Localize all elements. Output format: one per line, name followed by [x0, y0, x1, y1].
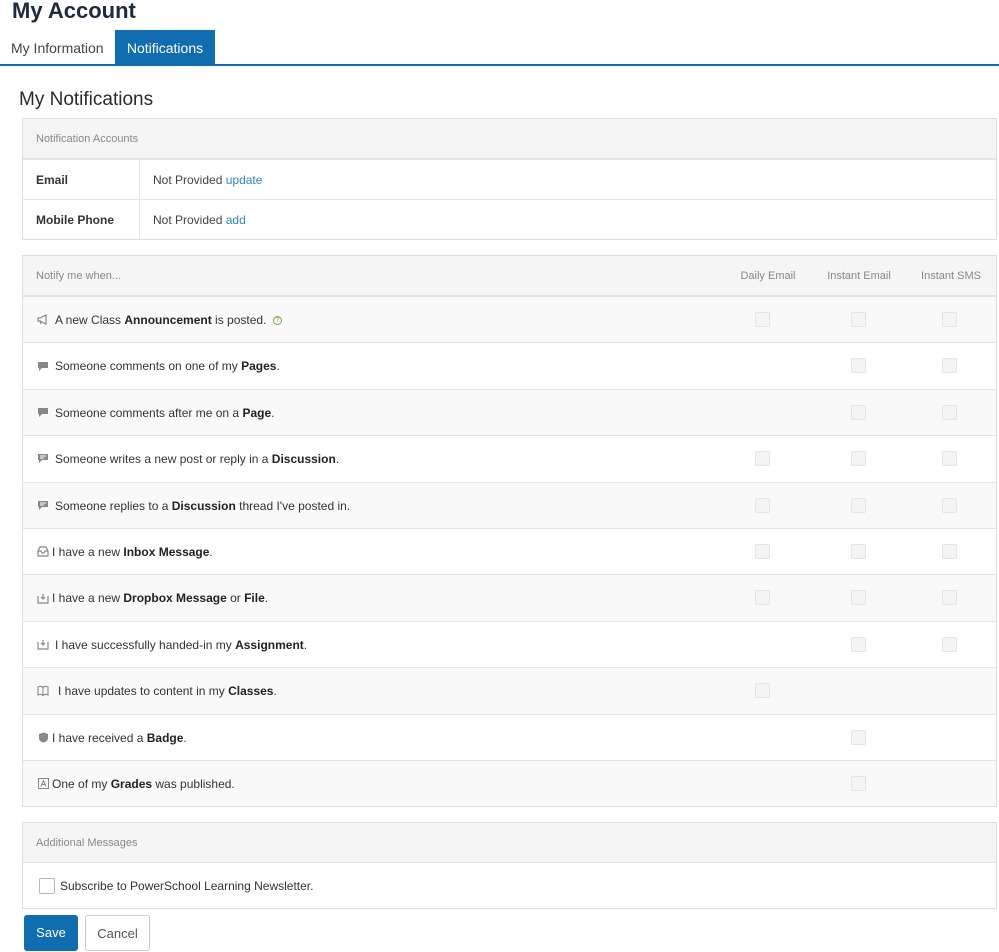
- instant-email-checkbox[interactable]: [851, 358, 866, 374]
- notify-row-assignment: I have successfully handed-in my Assignm…: [23, 620, 996, 667]
- email-update-link[interactable]: update: [226, 173, 263, 187]
- notify-row-text: A new Class Announcement is posted. ?: [55, 297, 282, 343]
- grade-icon: [35, 761, 51, 806]
- notify-header-label: Notify me when...: [36, 270, 121, 282]
- instant-sms-checkbox[interactable]: [942, 543, 957, 559]
- instant-email-checkbox[interactable]: [851, 497, 866, 513]
- megaphone-icon: [35, 297, 51, 342]
- instant-email-checkbox[interactable]: [851, 451, 866, 467]
- notify-header: Notify me when... Daily Email Instant Em…: [23, 256, 996, 296]
- instant-email-checkbox[interactable]: [851, 775, 866, 791]
- daily-email-checkbox[interactable]: [755, 497, 770, 513]
- notify-panel: Notify me when... Daily Email Instant Em…: [22, 255, 997, 807]
- instant-sms-checkbox[interactable]: [942, 497, 957, 513]
- notify-row-discussion-reply: Someone replies to a Discussion thread I…: [23, 481, 996, 528]
- help-icon[interactable]: ?: [272, 316, 282, 326]
- badge-icon: [35, 715, 51, 760]
- instant-email-checkbox[interactable]: [851, 543, 866, 559]
- tab-bar: My Information Notifications: [0, 30, 999, 66]
- email-label: Email: [23, 160, 140, 199]
- daily-email-checkbox[interactable]: [755, 683, 770, 699]
- notify-row-text: Someone replies to a Discussion thread I…: [55, 498, 351, 513]
- mobile-phone-status: Not Provided: [153, 213, 223, 227]
- email-row: Email Not Provided update: [23, 159, 996, 199]
- notify-row-text: Someone writes a new post or reply in a …: [55, 452, 340, 467]
- notify-row-text: I have successfully handed-in my Assignm…: [55, 637, 308, 652]
- cancel-button[interactable]: Cancel: [85, 915, 150, 951]
- dropbox-icon: [35, 622, 51, 667]
- subscribe-label[interactable]: Subscribe to PowerSchool Learning Newsle…: [60, 863, 313, 909]
- mobile-phone-add-link[interactable]: add: [226, 213, 246, 227]
- discussion-icon: [35, 436, 51, 481]
- instant-email-checkbox[interactable]: [851, 590, 866, 606]
- notify-row-text: Someone comments after me on a Page.: [55, 405, 275, 420]
- notify-row-text: I have received a Badge.: [52, 730, 187, 745]
- book-icon: [35, 668, 51, 713]
- subscribe-row: Subscribe to PowerSchool Learning Newsle…: [23, 863, 996, 909]
- instant-email-column-header: Instant Email: [827, 270, 891, 282]
- mobile-phone-label: Mobile Phone: [23, 200, 140, 239]
- daily-email-checkbox[interactable]: [755, 543, 770, 559]
- section-title: My Notifications: [19, 89, 154, 110]
- email-value: Not Provided update: [153, 160, 262, 200]
- instant-sms-column-header: Instant SMS: [921, 270, 981, 282]
- instant-sms-checkbox[interactable]: [942, 404, 957, 420]
- instant-email-checkbox[interactable]: [851, 312, 866, 327]
- notify-row-discussion-post: Someone writes a new post or reply in a …: [23, 435, 996, 481]
- accounts-header: Notification Accounts: [23, 119, 996, 159]
- additional-messages-panel: Additional Messages Subscribe to PowerSc…: [22, 822, 997, 909]
- comment-icon: [35, 343, 51, 388]
- subscribe-checkbox[interactable]: [39, 878, 55, 894]
- notify-row-page-comments: Someone comments on one of my Pages.: [23, 342, 996, 388]
- mobile-phone-value: Not Provided add: [153, 200, 246, 240]
- inbox-icon: [35, 529, 51, 574]
- instant-email-checkbox[interactable]: [851, 636, 866, 652]
- mobile-phone-row: Mobile Phone Not Provided add: [23, 199, 996, 239]
- notify-row-classes: I have updates to content in my Classes.: [23, 667, 996, 714]
- notify-row-text: Someone comments on one of my Pages.: [55, 359, 280, 374]
- notify-row-text: I have a new Dropbox Message or File.: [52, 591, 269, 606]
- instant-sms-checkbox[interactable]: [942, 358, 957, 374]
- tab-my-information[interactable]: My Information: [0, 30, 115, 64]
- page-title: My Account: [12, 0, 136, 23]
- instant-sms-checkbox[interactable]: [942, 590, 957, 606]
- notify-row-text: I have a new Inbox Message.: [52, 544, 213, 559]
- tab-notifications[interactable]: Notifications: [115, 30, 215, 64]
- notify-row-announcement: A new Class Announcement is posted. ?: [23, 296, 996, 343]
- notify-row-text: One of my Grades was published.: [52, 776, 235, 791]
- notify-row-badge: I have received a Badge.: [23, 713, 996, 760]
- additional-messages-header: Additional Messages: [23, 823, 996, 863]
- discussion-icon: [35, 483, 51, 528]
- notify-row-grades: One of my Grades was published.: [23, 759, 996, 807]
- instant-sms-checkbox[interactable]: [942, 636, 957, 652]
- comment-icon: [35, 390, 51, 435]
- instant-email-checkbox[interactable]: [851, 729, 866, 745]
- email-status: Not Provided: [153, 173, 223, 187]
- notify-row-page-comment-after: Someone comments after me on a Page.: [23, 388, 996, 436]
- daily-email-column-header: Daily Email: [740, 270, 796, 282]
- daily-email-checkbox[interactable]: [755, 312, 770, 327]
- save-button[interactable]: Save: [24, 915, 78, 951]
- instant-sms-checkbox[interactable]: [942, 451, 957, 467]
- daily-email-checkbox[interactable]: [755, 590, 770, 606]
- notify-row-text: I have updates to content in my Classes.: [58, 684, 277, 699]
- notification-accounts-panel: Notification Accounts Email Not Provided…: [22, 118, 997, 240]
- instant-email-checkbox[interactable]: [851, 404, 866, 420]
- notify-row-dropbox: I have a new Dropbox Message or File.: [23, 574, 996, 621]
- notify-row-inbox: I have a new Inbox Message.: [23, 527, 996, 574]
- daily-email-checkbox[interactable]: [755, 451, 770, 467]
- instant-sms-checkbox[interactable]: [942, 312, 957, 327]
- dropbox-icon: [35, 575, 51, 620]
